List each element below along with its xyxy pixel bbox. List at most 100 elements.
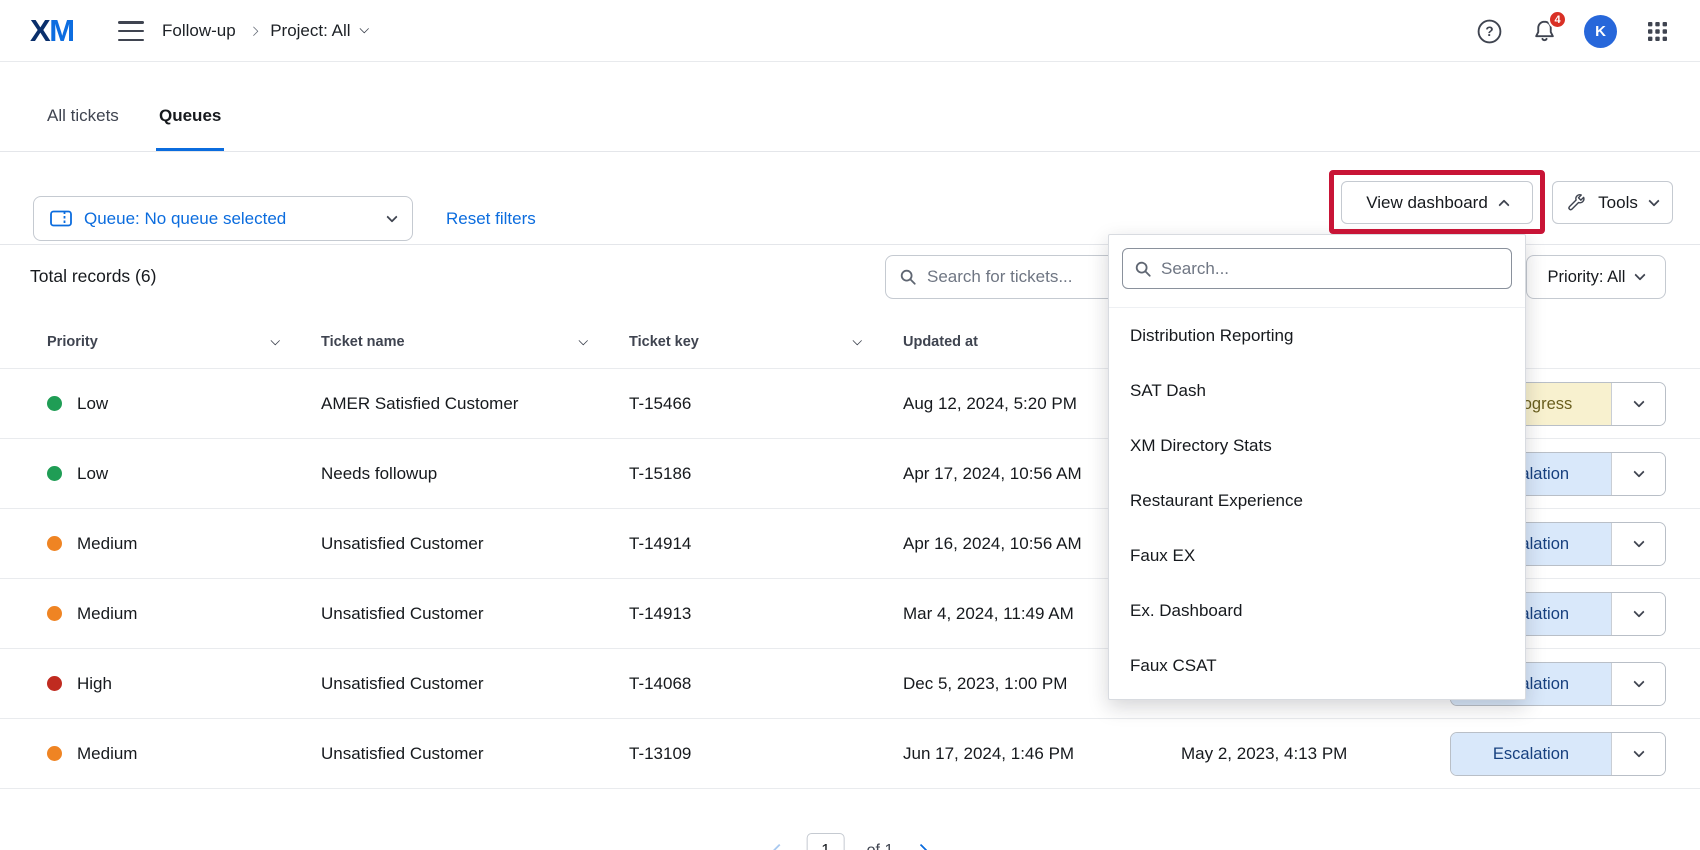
updated-at: Dec 5, 2023, 1:00 PM	[903, 674, 1067, 694]
created-at: May 2, 2023, 4:13 PM	[1181, 744, 1347, 764]
help-button[interactable]: ?	[1474, 16, 1504, 46]
prev-page-icon[interactable]	[771, 843, 787, 850]
queue-selector-label: Queue: No queue selected	[84, 209, 376, 229]
menu-item-dashboard[interactable]: SAT Dash	[1109, 363, 1525, 418]
ticket-name: Needs followup	[321, 464, 437, 484]
ticket-key: T-14914	[629, 534, 691, 554]
notification-count-badge: 4	[1548, 10, 1567, 29]
dashboard-search	[1122, 248, 1512, 289]
page-number-box[interactable]: 1	[807, 833, 845, 850]
hamburger-menu-icon[interactable]	[118, 21, 144, 41]
app-switcher-button[interactable]	[1642, 16, 1672, 46]
column-header-ticket-key[interactable]: Ticket key	[629, 334, 699, 350]
dashboard-search-input[interactable]	[1161, 259, 1500, 279]
chevron-down-icon	[359, 24, 368, 33]
chevron-right-icon	[248, 26, 257, 35]
tools-label: Tools	[1598, 193, 1638, 213]
grid-icon	[1646, 20, 1669, 43]
topbar-actions: ? 4 K	[1474, 0, 1672, 62]
priority-label: Medium	[77, 604, 137, 624]
chevron-down-icon[interactable]	[271, 336, 280, 345]
svg-text:?: ?	[1485, 24, 1493, 39]
tab-all-tickets[interactable]: All tickets	[47, 106, 119, 151]
menu-item-dashboard[interactable]: Restaurant Experience	[1109, 473, 1525, 528]
tab-queues[interactable]: Queues	[159, 106, 221, 151]
status-chevron-button[interactable]	[1611, 593, 1665, 635]
priority-dot	[47, 536, 62, 551]
breadcrumb-section-label: Follow-up	[162, 21, 236, 41]
table-row[interactable]: Medium Unsatisfied Customer T-13109 Jun …	[0, 718, 1700, 788]
breadcrumb-project-label: Project: All	[270, 21, 350, 41]
column-header-ticket-name[interactable]: Ticket name	[321, 334, 405, 350]
page-of-label: of 1	[867, 842, 894, 850]
priority-dot	[47, 606, 62, 621]
priority-dot	[47, 466, 62, 481]
priority-label: Low	[77, 394, 108, 414]
priority-dot	[47, 396, 62, 411]
view-dashboard-menu: Distribution Reporting SAT Dash XM Direc…	[1108, 234, 1526, 700]
next-page-icon[interactable]	[913, 843, 929, 850]
updated-at: Apr 17, 2024, 10:56 AM	[903, 464, 1082, 484]
chevron-down-icon	[1633, 466, 1644, 477]
ticket-key: T-15186	[629, 464, 691, 484]
priority-dot	[47, 746, 62, 761]
menu-item-dashboard[interactable]: Ex. Dashboard	[1109, 583, 1525, 638]
priority-cell: Medium	[47, 744, 137, 764]
ticket-name: Unsatisfied Customer	[321, 534, 484, 554]
search-icon	[1134, 260, 1152, 278]
status-chevron-button[interactable]	[1611, 733, 1665, 775]
priority-cell: Medium	[47, 534, 137, 554]
chevron-down-icon	[1633, 396, 1644, 407]
view-dashboard-button[interactable]: View dashboard	[1341, 181, 1533, 224]
chevron-up-icon	[1498, 199, 1509, 210]
priority-label: Medium	[77, 744, 137, 764]
status-dropdown[interactable]: Escalation	[1450, 732, 1666, 776]
menu-item-dashboard[interactable]: Distribution Reporting	[1109, 308, 1525, 363]
ticket-tabs: All tickets Queues	[0, 62, 1700, 152]
status-badge[interactable]: Escalation	[1451, 733, 1611, 775]
ticket-name: Unsatisfied Customer	[321, 604, 484, 624]
menu-item-dashboard[interactable]: XM Directory Stats	[1109, 418, 1525, 473]
chevron-down-icon	[1633, 536, 1644, 547]
breadcrumb: Follow-up Project: All	[162, 0, 367, 62]
search-icon	[899, 268, 917, 286]
priority-cell: High	[47, 674, 112, 694]
xm-logo[interactable]: XM	[30, 13, 74, 49]
priority-cell: Medium	[47, 604, 137, 624]
chevron-down-icon	[1633, 606, 1644, 617]
chevron-down-icon	[1635, 269, 1646, 280]
queue-selector[interactable]: Queue: No queue selected	[33, 196, 413, 241]
breadcrumb-section[interactable]: Follow-up	[162, 21, 236, 41]
chevron-down-icon[interactable]	[853, 336, 862, 345]
chevron-down-icon[interactable]	[579, 336, 588, 345]
tools-button[interactable]: Tools	[1552, 181, 1673, 224]
hamburger-bar	[118, 39, 144, 42]
chevron-down-icon	[1633, 746, 1644, 757]
view-dashboard-label: View dashboard	[1366, 193, 1488, 213]
status-chevron-button[interactable]	[1611, 663, 1665, 705]
ticket-key: T-13109	[629, 744, 691, 764]
updated-at: Aug 12, 2024, 5:20 PM	[903, 394, 1077, 414]
menu-item-dashboard[interactable]: Faux CSAT	[1109, 638, 1525, 693]
notifications-button[interactable]: 4	[1529, 16, 1559, 46]
priority-label: Medium	[77, 534, 137, 554]
status-chevron-button[interactable]	[1611, 453, 1665, 495]
ticket-icon	[50, 210, 72, 227]
status-chevron-button[interactable]	[1611, 523, 1665, 565]
ticket-name: Unsatisfied Customer	[321, 674, 484, 694]
menu-item-dashboard[interactable]: Faux EX	[1109, 528, 1525, 583]
priority-filter-label: Priority: All	[1548, 268, 1626, 287]
logo-letter-x: X	[30, 13, 49, 48]
priority-filter[interactable]: Priority: All	[1526, 255, 1666, 299]
dashboard-menu-items: Distribution Reporting SAT Dash XM Direc…	[1109, 307, 1525, 693]
ticket-key: T-15466	[629, 394, 691, 414]
ticket-name: Unsatisfied Customer	[321, 744, 484, 764]
avatar[interactable]: K	[1584, 15, 1617, 48]
column-header-updated-at[interactable]: Updated at	[903, 334, 978, 350]
column-header-priority[interactable]: Priority	[47, 334, 98, 350]
reset-filters-link[interactable]: Reset filters	[446, 196, 536, 241]
priority-label: High	[77, 674, 112, 694]
status-chevron-button[interactable]	[1611, 383, 1665, 425]
breadcrumb-project-selector[interactable]: Project: All	[270, 21, 367, 41]
priority-cell: Low	[47, 464, 108, 484]
